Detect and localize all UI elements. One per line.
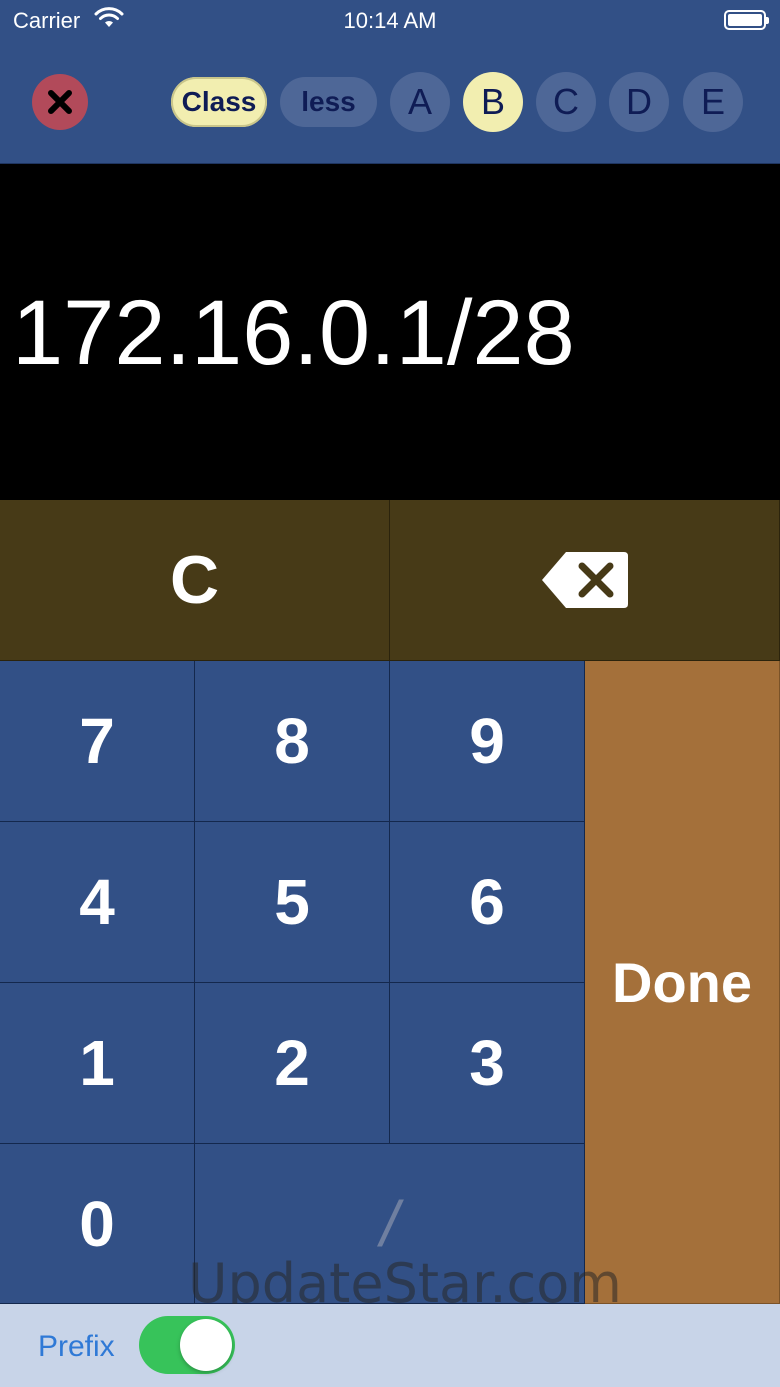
key-4-label: 4 — [79, 866, 115, 938]
done-label: Done — [612, 950, 752, 1014]
key-1[interactable]: 1 — [0, 983, 195, 1144]
key-5[interactable]: 5 — [195, 822, 390, 983]
clear-key[interactable]: C — [0, 500, 390, 661]
key-5-label: 5 — [274, 866, 310, 938]
key-slash-label: / — [380, 1187, 399, 1260]
bottom-bar: Prefix — [0, 1304, 780, 1387]
class-a-button[interactable]: A — [390, 72, 450, 132]
key-4[interactable]: 4 — [0, 822, 195, 983]
key-3-label: 3 — [469, 1027, 505, 1099]
class-e-label: E — [700, 81, 725, 122]
done-button[interactable]: Done — [585, 661, 780, 1304]
key-2-label: 2 — [274, 1027, 310, 1099]
key-3[interactable]: 3 — [390, 983, 585, 1144]
status-time: 10:14 AM — [343, 8, 437, 33]
key-2[interactable]: 2 — [195, 983, 390, 1144]
key-6[interactable]: 6 — [390, 822, 585, 983]
mode-class-button[interactable]: Class — [171, 77, 267, 127]
close-button[interactable] — [32, 74, 88, 130]
ip-display: 172.16.0.1/28 — [0, 165, 780, 500]
class-c-label: C — [553, 81, 579, 122]
class-e-button[interactable]: E — [683, 72, 743, 132]
key-slash[interactable]: / — [195, 1144, 585, 1304]
mode-class-label: Class — [181, 86, 257, 117]
class-d-label: D — [626, 81, 652, 122]
class-b-button[interactable]: B — [463, 72, 523, 132]
battery-icon — [724, 10, 769, 30]
class-a-label: A — [407, 81, 432, 122]
key-8[interactable]: 8 — [195, 661, 390, 822]
class-b-label: B — [480, 81, 505, 122]
class-d-button[interactable]: D — [609, 72, 669, 132]
key-9[interactable]: 9 — [390, 661, 585, 822]
key-0-label: 0 — [79, 1187, 115, 1260]
backspace-icon — [541, 552, 628, 608]
clear-label: C — [169, 542, 220, 618]
key-6-label: 6 — [469, 866, 505, 938]
toolbar: Class less A B C D E — [0, 40, 780, 164]
status-bar: Carrier 10:14 AM — [0, 0, 780, 40]
toggle-knob — [180, 1319, 232, 1371]
backspace-key[interactable] — [390, 500, 780, 661]
key-7[interactable]: 7 — [0, 661, 195, 822]
mode-less-button[interactable]: less — [280, 77, 377, 127]
prefix-toggle[interactable] — [139, 1316, 235, 1374]
key-7-label: 7 — [79, 705, 115, 777]
key-8-label: 8 — [274, 705, 310, 777]
prefix-label: Prefix — [38, 1330, 115, 1363]
mode-less-label: less — [301, 86, 356, 117]
close-icon — [48, 90, 72, 114]
key-0[interactable]: 0 — [0, 1144, 195, 1304]
class-c-button[interactable]: C — [536, 72, 596, 132]
key-1-label: 1 — [79, 1027, 115, 1099]
ip-value: 172.16.0.1/28 — [12, 282, 575, 384]
key-9-label: 9 — [469, 705, 505, 777]
